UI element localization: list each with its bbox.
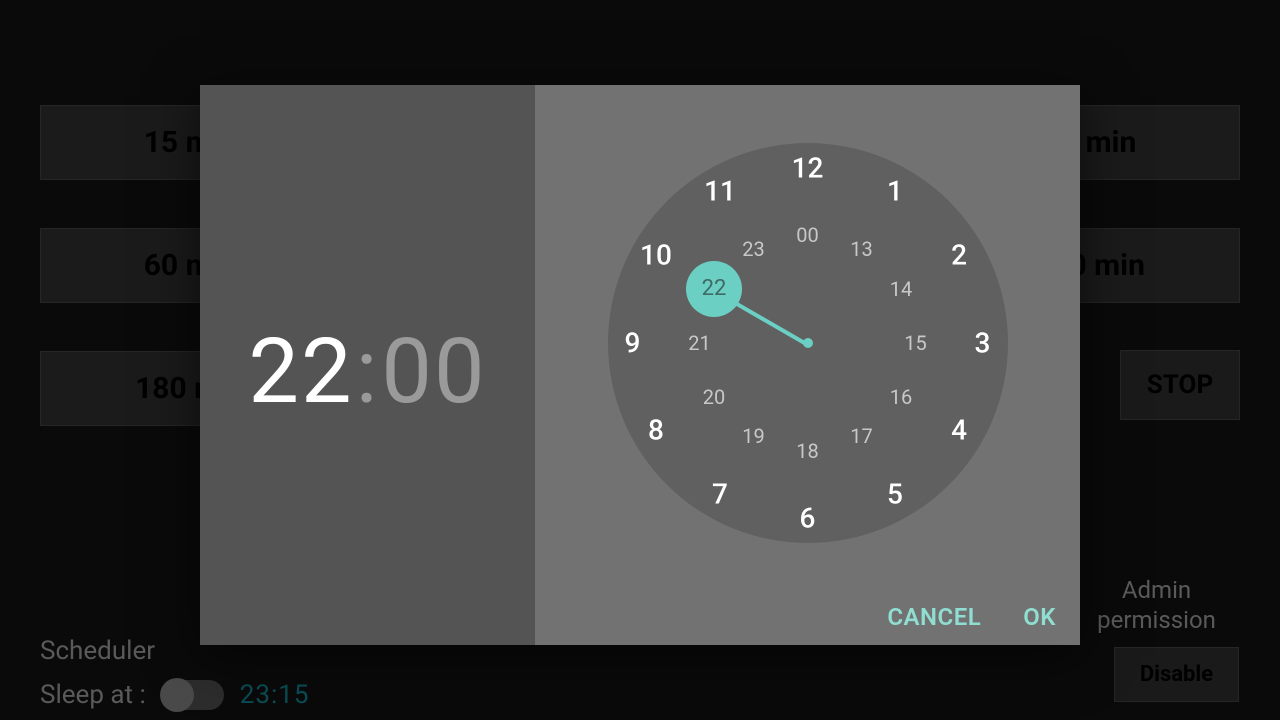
- admin-label: Adminpermission: [1069, 575, 1244, 635]
- clock-hour-17[interactable]: 17: [850, 424, 872, 448]
- clock-hour-5[interactable]: 5: [887, 478, 903, 511]
- clock-hour-3[interactable]: 3: [975, 326, 991, 359]
- admin-panel: Adminpermission Disable: [1069, 575, 1244, 702]
- clock-hour-18[interactable]: 18: [796, 439, 818, 463]
- sleep-time-value[interactable]: 23:15: [240, 680, 310, 710]
- clock-hour-12[interactable]: 12: [792, 151, 824, 184]
- clock-face[interactable]: 1212345678910110013141516171819202122232…: [608, 143, 1008, 543]
- time-picker-dialog: 22:00 1212345678910110013141516171819202…: [200, 85, 1080, 645]
- clock-hour-1[interactable]: 1: [887, 175, 903, 208]
- disable-button[interactable]: Disable: [1114, 647, 1239, 702]
- clock-hour-2[interactable]: 2: [951, 239, 967, 272]
- clock-hour-10[interactable]: 10: [640, 239, 672, 272]
- clock-hour-13[interactable]: 13: [850, 237, 872, 261]
- scheduler-toggle[interactable]: [162, 680, 224, 710]
- clock-hour-20[interactable]: 20: [703, 385, 725, 409]
- readout-hours[interactable]: 22: [248, 319, 353, 424]
- clock-hour-8[interactable]: 8: [648, 414, 664, 447]
- stop-button[interactable]: STOP: [1120, 350, 1240, 420]
- clock-panel: 1212345678910110013141516171819202122232…: [535, 85, 1080, 645]
- clock-hour-23[interactable]: 23: [742, 237, 764, 261]
- cancel-button[interactable]: CANCEL: [887, 603, 981, 631]
- sleep-at-label: Sleep at :: [40, 680, 146, 710]
- clock-hour-9[interactable]: 9: [625, 326, 641, 359]
- clock-hour-6[interactable]: 6: [800, 501, 816, 534]
- readout-minutes[interactable]: 00: [381, 319, 486, 424]
- clock-hour-4[interactable]: 4: [951, 414, 967, 447]
- clock-hour-7[interactable]: 7: [712, 478, 728, 511]
- time-readout-panel: 22:00: [200, 85, 535, 645]
- dialog-actions: CANCEL OK: [887, 603, 1056, 631]
- clock-hour-15[interactable]: 15: [904, 331, 926, 355]
- clock-hour-00[interactable]: 00: [796, 223, 818, 247]
- clock-hour-21[interactable]: 21: [688, 331, 710, 355]
- clock-hour-16[interactable]: 16: [890, 385, 912, 409]
- readout-sep: :: [356, 319, 380, 424]
- clock-selected-hour[interactable]: 22: [686, 261, 742, 317]
- clock-hour-19[interactable]: 19: [742, 424, 764, 448]
- time-readout: 22:00: [248, 319, 486, 424]
- clock-center-dot: [803, 338, 813, 348]
- ok-button[interactable]: OK: [1023, 603, 1056, 631]
- scheduler-panel: Scheduler Sleep at : 23:15: [40, 636, 310, 710]
- clock-hour-14[interactable]: 14: [890, 277, 912, 301]
- clock-hour-11[interactable]: 11: [704, 175, 736, 208]
